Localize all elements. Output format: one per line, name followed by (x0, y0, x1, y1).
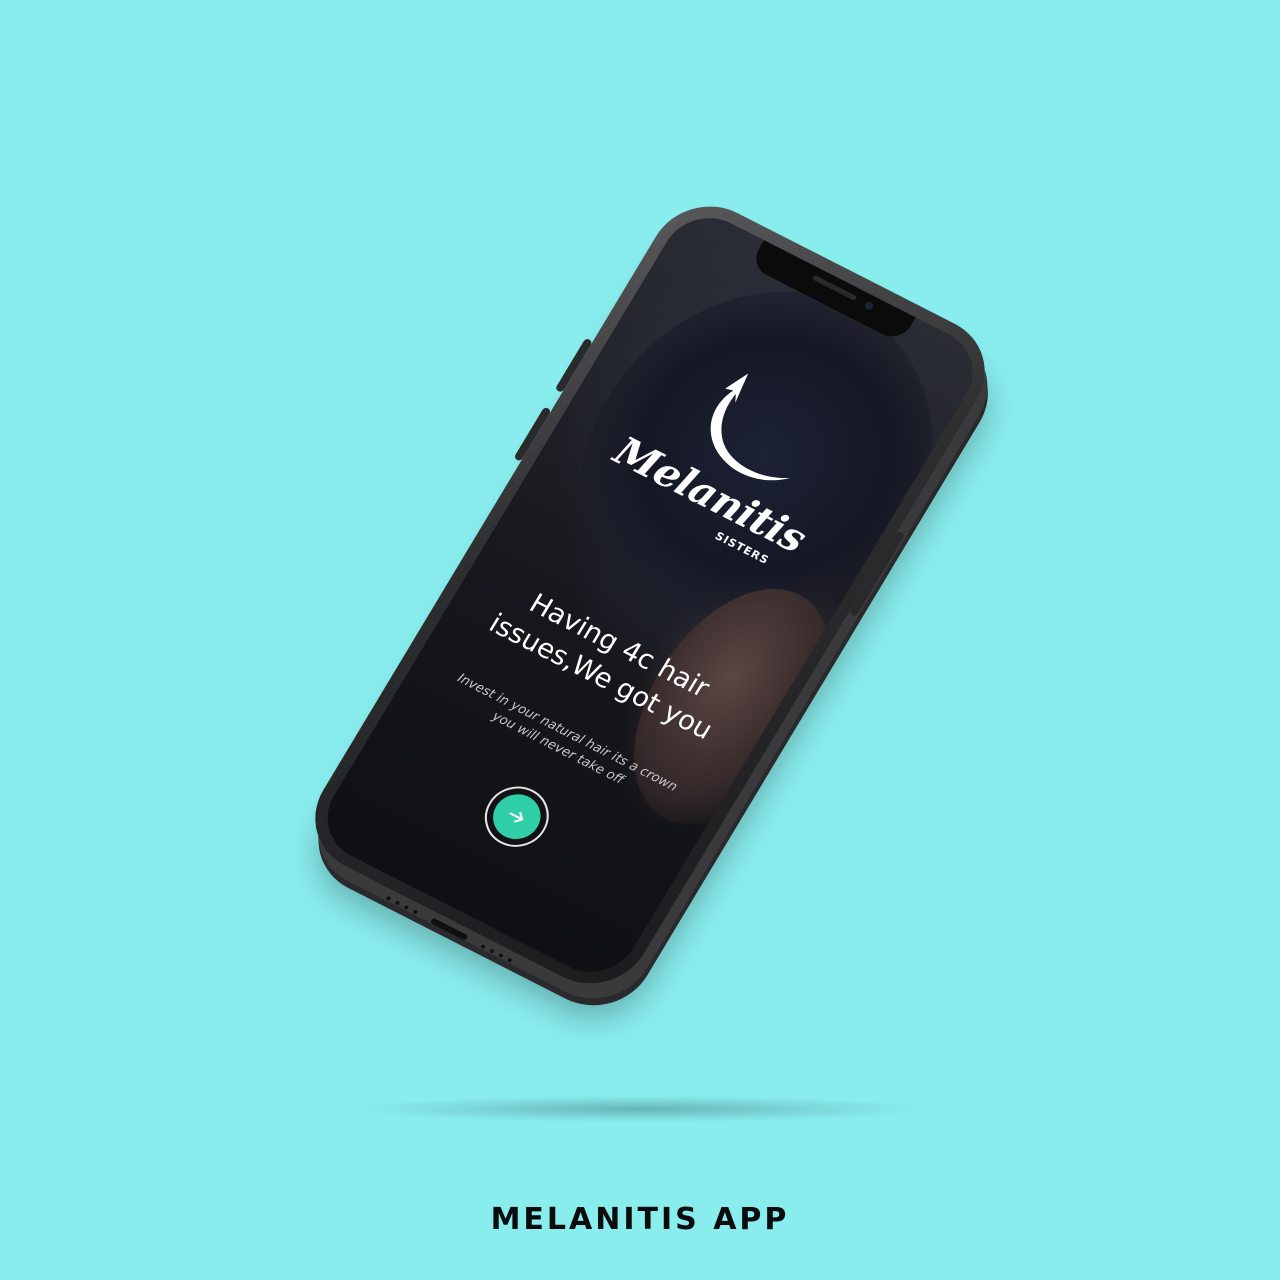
next-button-ring[interactable] (473, 775, 561, 858)
phone-shadow (360, 1096, 920, 1122)
front-camera (863, 300, 875, 312)
speaker-hole (394, 900, 401, 906)
speaker-hole (412, 909, 419, 915)
speaker-hole (506, 957, 513, 963)
caption: MELANITIS APP (490, 1202, 790, 1237)
speaker-hole (498, 952, 504, 959)
arrow-right-icon (509, 811, 524, 823)
speaker-hole (480, 943, 486, 950)
next-button[interactable] (484, 786, 550, 847)
app-screen: Melanitis SISTERS Having 4c hair issues,… (310, 202, 990, 988)
speaker-hole (385, 895, 392, 902)
speaker-hole (403, 904, 410, 911)
phone-mockup: Melanitis SISTERS Having 4c hair issues,… (293, 186, 1007, 1004)
speaker-hole (489, 948, 495, 954)
